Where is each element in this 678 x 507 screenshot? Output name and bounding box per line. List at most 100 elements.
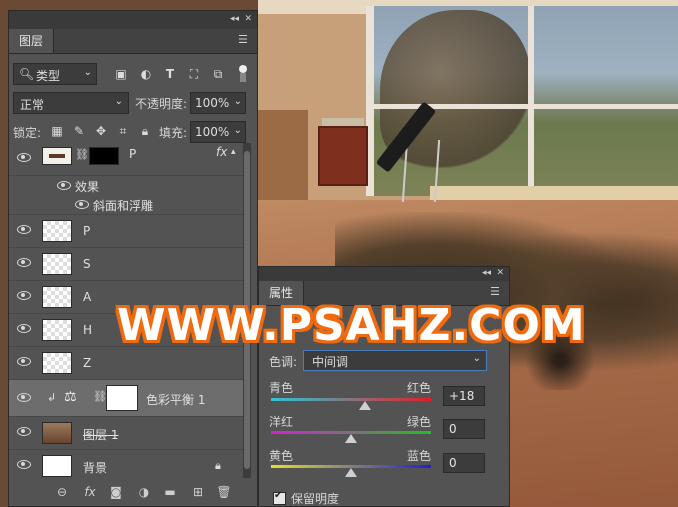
filter-shape-icon[interactable]: ⛶ [186, 66, 202, 82]
lock-position-icon[interactable]: ✥ [93, 123, 109, 139]
window-frame-bar [366, 104, 678, 109]
visibility-eye-icon[interactable] [17, 152, 31, 162]
visibility-eye-icon[interactable] [17, 459, 31, 469]
search-icon: 🔍︎ [19, 67, 35, 81]
fill-input[interactable]: 100% ⌄ [190, 121, 246, 143]
delete-layer-icon[interactable]: 🗑︎ [215, 483, 233, 501]
layer-name: P [129, 147, 137, 161]
filter-type-icon[interactable]: T [162, 66, 178, 82]
slider-cyan-label: 青色 [269, 381, 294, 395]
filter-kind-select[interactable]: 🔍︎ 类型 ⌄ [13, 63, 97, 85]
cyan-red-slider-knob[interactable] [359, 401, 372, 410]
add-mask-icon[interactable]: ◙ [107, 483, 125, 501]
slider-magenta-label: 洋红 [269, 415, 294, 429]
opacity-label: 不透明度: [135, 97, 188, 111]
filter-pixel-icon[interactable]: ▣ [113, 66, 129, 82]
layer-thumbnail [42, 352, 72, 374]
lock-label: 锁定: [13, 126, 42, 140]
visibility-eye-icon[interactable] [17, 257, 31, 267]
visibility-eye-icon[interactable] [17, 224, 31, 234]
close-icon[interactable]: ✕ [496, 268, 504, 278]
layer-name: H [83, 323, 93, 337]
layer-thumbnail [42, 319, 72, 341]
slider-red-label: 红色 [407, 381, 432, 395]
lock-all-icon[interactable]: 🔒︎ [137, 123, 153, 139]
blend-mode-value: 正常 [20, 98, 45, 112]
visibility-eye-icon[interactable] [17, 323, 31, 333]
magenta-green-slider-knob[interactable] [345, 434, 357, 443]
layer-name: A [83, 290, 92, 304]
tone-select[interactable]: 中间调 ⌄ [303, 350, 487, 371]
panel-strip: ◂◂ ✕ [259, 267, 509, 281]
tab-layers[interactable]: 图层 [9, 29, 55, 53]
cyan-red-value[interactable]: +18 [443, 386, 485, 406]
lock-icon: 🔒︎ [215, 459, 221, 472]
layer-thumbnail [42, 253, 72, 275]
visibility-eye-icon[interactable] [17, 356, 31, 366]
chevron-down-icon: ⌄ [233, 96, 242, 107]
telescope-tripod [401, 140, 441, 202]
collapse-icon[interactable]: ◂◂ [230, 14, 239, 24]
expand-effects-icon[interactable]: ▴ [231, 147, 236, 157]
effects-label: 效果 [75, 180, 100, 194]
visibility-eye-icon[interactable] [17, 290, 31, 300]
close-icon[interactable]: ✕ [244, 14, 252, 24]
filter-adjustment-icon[interactable]: ◐ [138, 66, 154, 82]
link-layers-icon[interactable]: ⊖ [53, 483, 71, 501]
effects-row[interactable]: 效果 [9, 176, 243, 194]
lock-transparent-icon[interactable]: ▦ [49, 123, 65, 139]
filter-kind-label: 类型 [36, 69, 61, 83]
new-group-icon[interactable]: ▬ [161, 483, 179, 501]
visibility-eye-icon[interactable] [57, 180, 71, 190]
filter-toggle[interactable] [237, 65, 247, 83]
panel-menu-icon[interactable]: ☰ [490, 286, 501, 297]
panel-strip: ◂◂ ✕ [9, 11, 257, 29]
slider-blue-label: 蓝色 [407, 449, 432, 463]
layer-row-z[interactable]: Z [9, 347, 243, 380]
slider-green-label: 绿色 [407, 415, 432, 429]
link-icon: ⛓ [93, 390, 107, 403]
fx-icon[interactable]: fx [216, 145, 227, 159]
layer-thumbnail [42, 147, 72, 165]
layer-row-background[interactable]: 背景 🔒︎ [9, 450, 243, 483]
cyan-red-slider[interactable] [271, 398, 431, 401]
bevel-emboss-row[interactable]: 斜面和浮雕 [9, 194, 243, 215]
visibility-eye-icon[interactable] [17, 392, 31, 402]
layer-name: 背景 [83, 461, 108, 475]
visibility-eye-icon[interactable] [17, 426, 31, 436]
yellow-blue-slider-knob[interactable] [345, 468, 357, 477]
add-style-icon[interactable]: fx [81, 483, 99, 501]
preserve-luminosity-label: 保留明度 [291, 492, 340, 506]
layer-thumbnail [42, 286, 72, 308]
layer-row-color-balance[interactable]: ↲ ⚖ ⛓ 色彩平衡 1 [9, 380, 243, 417]
panel-menu-icon[interactable]: ☰ [238, 34, 249, 45]
magenta-green-value[interactable]: 0 [443, 419, 485, 439]
layers-tabbar: 图层 ☰ [9, 29, 257, 54]
blend-mode-select[interactable]: 正常 ⌄ [13, 92, 129, 114]
layer-name: Z [83, 356, 92, 370]
lock-paint-icon[interactable]: ✎ [71, 123, 87, 139]
preserve-luminosity-checkbox[interactable] [273, 490, 286, 505]
layers-panel: ◂◂ ✕ 图层 ☰ 🔍︎ 类型 ⌄ ▣ ◐ T ⛶ ⧉ 正常 ⌄ 不透明度: 1… [8, 10, 258, 507]
chevron-down-icon: ⌄ [83, 67, 92, 78]
opacity-input[interactable]: 100% ⌄ [190, 92, 246, 114]
layer-row-layer-1[interactable]: 图层 1 [9, 417, 243, 450]
layer-row-p-styled[interactable]: ⛓ P fx ▴ [9, 143, 243, 176]
chevron-down-icon: ⌄ [233, 125, 242, 136]
watermark: WWW.PSAHZ.COM [117, 300, 586, 351]
collapse-icon[interactable]: ◂◂ [482, 268, 491, 278]
layers-footer: ⊖ fx ◙ ◑ ▬ ⊞ 🗑︎ [9, 481, 243, 503]
new-adjustment-icon[interactable]: ◑ [135, 483, 153, 501]
filter-smart-object-icon[interactable]: ⧉ [210, 66, 226, 82]
tone-label: 色调: [269, 355, 298, 369]
layer-name: 图层 1 [83, 428, 119, 442]
layer-row-s[interactable]: S [9, 248, 243, 281]
layer-name: P [83, 224, 91, 238]
layer-thumbnail [42, 220, 72, 242]
visibility-eye-icon[interactable] [75, 199, 89, 209]
new-layer-icon[interactable]: ⊞ [189, 483, 207, 501]
lock-artboard-icon[interactable]: ⌗ [115, 123, 131, 139]
yellow-blue-value[interactable]: 0 [443, 453, 485, 473]
chevron-down-icon: ⌄ [472, 353, 481, 364]
layer-row-p[interactable]: P [9, 215, 243, 248]
